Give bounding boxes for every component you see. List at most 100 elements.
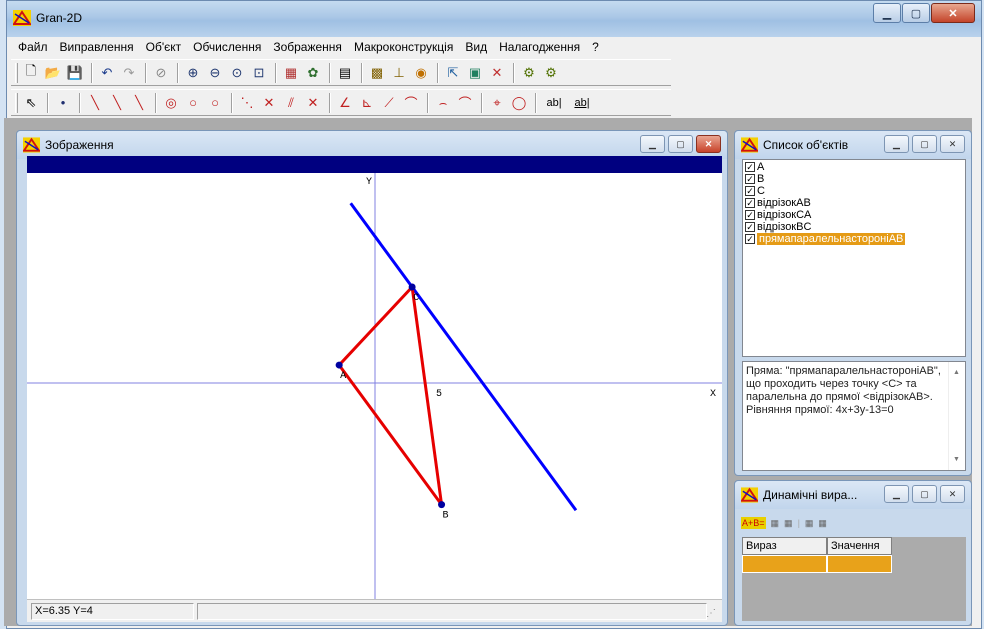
list-item[interactable]: ✓ відрізокBC	[743, 221, 965, 233]
midpoint-icon[interactable]: ⋱	[237, 93, 257, 113]
macro-icon[interactable]: ⇱	[443, 63, 463, 83]
resize-grip-icon[interactable]: ⋰	[706, 608, 716, 619]
menu-object[interactable]: Об'єкт	[140, 37, 188, 57]
toolbar-grip[interactable]	[15, 62, 18, 83]
image-icon[interactable]: ▦	[281, 63, 301, 83]
expressions-table[interactable]: Вираз Значення	[742, 537, 966, 621]
zoom-out-icon[interactable]: ⊖	[205, 63, 225, 83]
circle-icon[interactable]: ◎	[161, 93, 181, 113]
list-item-selected[interactable]: ✓ прямапаралельнасторонiAB	[743, 233, 965, 245]
point-icon[interactable]: •	[53, 93, 73, 113]
segment-ca[interactable]	[338, 285, 414, 367]
label-icon[interactable]: ab|	[541, 93, 567, 113]
zoom-in-icon[interactable]: ⊕	[183, 63, 203, 83]
table-cell[interactable]	[827, 555, 892, 573]
close-button[interactable]: ✕	[931, 3, 975, 23]
shape-icon[interactable]: ✕	[487, 63, 507, 83]
checkbox[interactable]: ✓	[745, 234, 755, 244]
toolbar-grip[interactable]	[15, 92, 18, 113]
minimize-button[interactable]: ▁	[873, 3, 901, 23]
calculator-icon[interactable]: ▤	[335, 63, 355, 83]
measure-icon[interactable]: ⊥	[389, 63, 409, 83]
move-down-icon[interactable]: ▦	[818, 518, 827, 529]
drawing-canvas[interactable]: X Y 5 A B C	[27, 156, 722, 599]
add-expression-icon[interactable]: A+B=	[741, 517, 766, 529]
new-icon[interactable]: 🗋	[21, 63, 41, 83]
list-item[interactable]: ✓ відрізокCA	[743, 209, 965, 221]
title-bar[interactable]: Gran-2D ▁ ▢ ✕	[7, 1, 981, 37]
menu-file[interactable]: Файл	[12, 37, 54, 57]
checkbox[interactable]: ✓	[745, 210, 755, 220]
pointer-icon[interactable]: ⇖	[21, 93, 41, 113]
list-item[interactable]: ✓ A	[743, 161, 965, 173]
geometry-plot[interactable]: X Y 5 A B C	[27, 156, 722, 599]
checkbox[interactable]: ✓	[745, 186, 755, 196]
checkbox[interactable]: ✓	[745, 222, 755, 232]
maximize-button[interactable]: ▢	[668, 135, 693, 153]
arc-icon[interactable]: ⌒	[401, 93, 421, 113]
dynamic-expressions-titlebar[interactable]: Динамічні вира... ▁ ▢ ✕	[735, 481, 971, 509]
menu-image[interactable]: Зображення	[267, 37, 348, 57]
zoom-fit-icon[interactable]: ⊙	[227, 63, 247, 83]
object-list[interactable]: ✓ A ✓ B ✓ C ✓ відрізокAB ✓ відрізокCA ✓ відріз…	[742, 159, 966, 357]
close-button[interactable]: ✕	[940, 135, 965, 153]
object-list-titlebar[interactable]: Список об'єктів ▁ ▢ ✕	[735, 131, 971, 159]
checkbox[interactable]: ✓	[745, 174, 755, 184]
minimize-button[interactable]: ▁	[640, 135, 665, 153]
point-b[interactable]	[438, 501, 446, 509]
chart-icon[interactable]: ▩	[367, 63, 387, 83]
save-icon[interactable]: 💾	[65, 63, 85, 83]
menu-help[interactable]: ?	[586, 37, 605, 57]
move-up-icon[interactable]: ▦	[805, 518, 814, 529]
segment-icon[interactable]: ╲	[85, 93, 105, 113]
menu-view[interactable]: Вид	[459, 37, 493, 57]
close-button[interactable]: ✕	[940, 485, 965, 503]
line-icon[interactable]: ╲	[129, 93, 149, 113]
point-a[interactable]	[335, 361, 343, 369]
delete-expression-icon[interactable]: ▦	[784, 518, 793, 529]
ray-icon[interactable]: ╲	[107, 93, 127, 113]
parallel-line[interactable]	[349, 202, 578, 512]
menu-macro[interactable]: Макроконструкція	[348, 37, 459, 57]
undo-icon[interactable]: ↶	[97, 63, 117, 83]
angle-icon[interactable]: ∠	[335, 93, 355, 113]
menu-calc[interactable]: Обчислення	[187, 37, 267, 57]
polygon-icon[interactable]: ⌖	[487, 93, 507, 113]
drawing-window-titlebar[interactable]: Зображення ▁ ▢ ✕	[17, 131, 727, 159]
checkbox[interactable]: ✓	[745, 198, 755, 208]
circle2-icon[interactable]: ○	[183, 93, 203, 113]
target-icon[interactable]: ◉	[411, 63, 431, 83]
table-cell[interactable]	[742, 555, 827, 573]
perpendicular-icon[interactable]: ✕	[259, 93, 279, 113]
scroll-up-icon[interactable]: ▲	[953, 366, 960, 379]
column-header-value[interactable]: Значення	[827, 537, 892, 555]
no-icon[interactable]: ⊘	[151, 63, 171, 83]
list-item[interactable]: ✓ відрізокAB	[743, 197, 965, 209]
maximize-button[interactable]: ▢	[902, 3, 930, 23]
zoom-window-icon[interactable]: ⊡	[249, 63, 269, 83]
intersect-icon[interactable]: ✕	[303, 93, 323, 113]
point-c[interactable]	[408, 283, 416, 291]
bisector-icon[interactable]: ⊾	[357, 93, 377, 113]
tool-icon[interactable]: ⚙	[519, 63, 539, 83]
maximize-button[interactable]: ▢	[912, 485, 937, 503]
minimize-button[interactable]: ▁	[884, 135, 909, 153]
description-scrollbar[interactable]: ▲ ▼	[948, 362, 965, 470]
scroll-down-icon[interactable]: ▼	[953, 453, 960, 466]
edit-expression-icon[interactable]: ▦	[771, 518, 780, 529]
circle3-icon[interactable]: ○	[205, 93, 225, 113]
checkbox[interactable]: ✓	[745, 162, 755, 172]
parallel-icon[interactable]: ⫽	[281, 93, 301, 113]
minimize-button[interactable]: ▁	[884, 485, 909, 503]
tangent-icon[interactable]: ⟋	[379, 93, 399, 113]
grid-icon[interactable]: ▣	[465, 63, 485, 83]
arc2-icon[interactable]: ⌢	[433, 93, 453, 113]
arc3-icon[interactable]: ⌒	[455, 93, 475, 113]
menu-edit[interactable]: Виправлення	[54, 37, 140, 57]
tool2-icon[interactable]: ⚙	[541, 63, 561, 83]
menu-debug[interactable]: Налагодження	[493, 37, 586, 57]
label-box-icon[interactable]: ab|	[569, 93, 595, 113]
list-item[interactable]: ✓ C	[743, 185, 965, 197]
column-header-expression[interactable]: Вираз	[742, 537, 827, 555]
open-icon[interactable]: 📂	[43, 63, 63, 83]
